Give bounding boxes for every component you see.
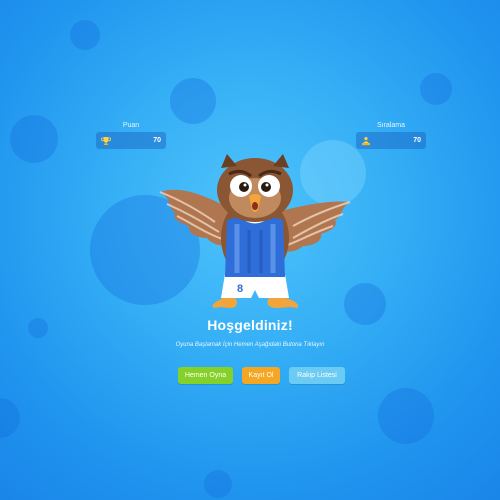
- ranking-box: 70: [356, 132, 426, 149]
- points-label: Puan: [122, 122, 140, 129]
- background-bubble: [204, 470, 232, 498]
- ranking-value: 70: [413, 137, 421, 144]
- podium-icon: [362, 136, 370, 145]
- background-bubble: [170, 78, 216, 124]
- trophy-icon: [101, 136, 111, 145]
- background-bubble: [0, 398, 20, 438]
- owl-mascot: 8: [159, 154, 351, 308]
- background-bubble: [420, 73, 452, 105]
- background-bubble: [378, 388, 434, 444]
- jersey-number: 8: [237, 283, 243, 295]
- play-now-button[interactable]: Hemen Oyna: [178, 367, 233, 384]
- rival-list-button[interactable]: Rakip Listesi: [289, 367, 345, 384]
- register-button[interactable]: Kayıt Ol: [242, 367, 280, 384]
- ranking-label: Sıralama: [376, 122, 405, 129]
- background-bubble: [70, 20, 100, 50]
- background-bubble: [10, 115, 58, 163]
- points-value: 70: [153, 137, 161, 144]
- welcome-title: Hoşgeldiniz!: [207, 317, 293, 333]
- points-stat: Puan 70: [96, 122, 166, 149]
- ranking-stat: Sıralama 70: [356, 122, 426, 149]
- points-box: 70: [96, 132, 166, 149]
- welcome-subtitle: Oyuna Başlamak İçin Hemen Aşağıdaki Buto…: [175, 342, 325, 348]
